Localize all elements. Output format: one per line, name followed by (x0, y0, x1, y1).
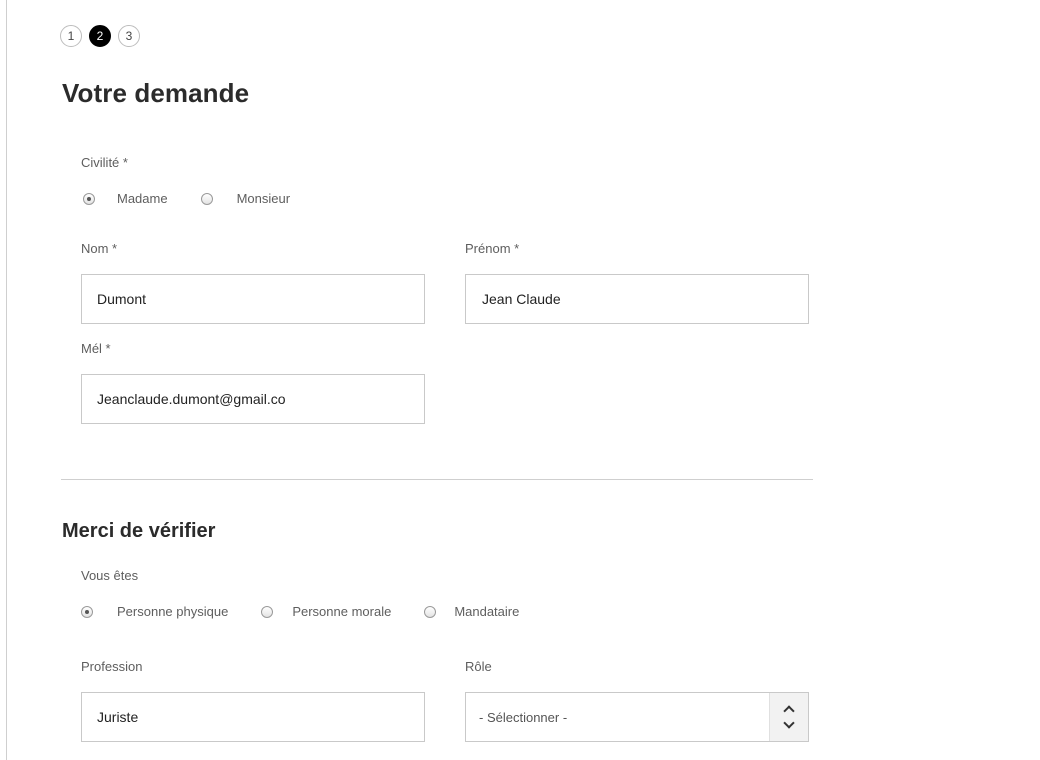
civilite-radio-group: Madame Monsieur (83, 191, 290, 206)
radio-monsieur-circle[interactable] (200, 192, 213, 205)
radio-personne-morale[interactable]: Personne morale (261, 604, 391, 619)
section-title-merci-de-verifier: Merci de vérifier (62, 520, 216, 542)
role-select-value: - Sélectionner - (479, 709, 568, 725)
profession-label: Profession (81, 659, 143, 674)
radio-monsieur-label: Monsieur (236, 191, 291, 206)
nom-label: Nom * (81, 241, 118, 256)
radio-mandataire[interactable]: Mandataire (424, 604, 519, 619)
step-2-active[interactable]: 2 (89, 25, 111, 47)
vous-etes-radio-group: Personne physique Personne morale Mandat… (81, 604, 519, 619)
step-indicator: 1 2 3 (60, 25, 140, 47)
vous-etes-label: Vous êtes (81, 568, 139, 583)
chevron-up-icon (783, 705, 795, 717)
mel-label: Mél * (81, 341, 111, 356)
radio-mandataire-label: Mandataire (454, 604, 520, 619)
radio-madame-label: Madame (117, 191, 168, 206)
radio-personne-morale-label: Personne morale (292, 604, 392, 619)
left-border (6, 0, 7, 760)
section-divider (61, 479, 813, 480)
radio-mandataire-circle[interactable] (424, 605, 437, 618)
radio-madame-circle[interactable] (83, 192, 95, 205)
radio-personne-physique-circle[interactable] (81, 605, 93, 618)
role-select[interactable]: - Sélectionner - (465, 692, 809, 742)
nom-input[interactable]: Dumont (81, 274, 425, 324)
chevron-down-icon (783, 717, 795, 729)
profession-input[interactable]: Juriste (81, 692, 425, 742)
section-title-votre-demande: Votre demande (62, 78, 250, 108)
civilite-label: Civilité * (81, 155, 128, 170)
mel-input[interactable]: Jeanclaude.dumont@gmail.co (81, 374, 425, 424)
radio-personne-physique[interactable]: Personne physique (81, 604, 228, 619)
prenom-label: Prénom * (465, 241, 520, 256)
radio-monsieur[interactable]: Monsieur (200, 191, 291, 206)
prenom-input[interactable]: Jean Claude (465, 274, 809, 324)
step-3[interactable]: 3 (118, 25, 140, 47)
step-1[interactable]: 1 (60, 25, 82, 47)
select-arrows-icon[interactable] (769, 693, 808, 741)
radio-personne-physique-label: Personne physique (117, 604, 229, 619)
radio-personne-morale-circle[interactable] (261, 605, 274, 618)
role-label: Rôle (465, 659, 492, 674)
radio-madame[interactable]: Madame (83, 191, 168, 206)
